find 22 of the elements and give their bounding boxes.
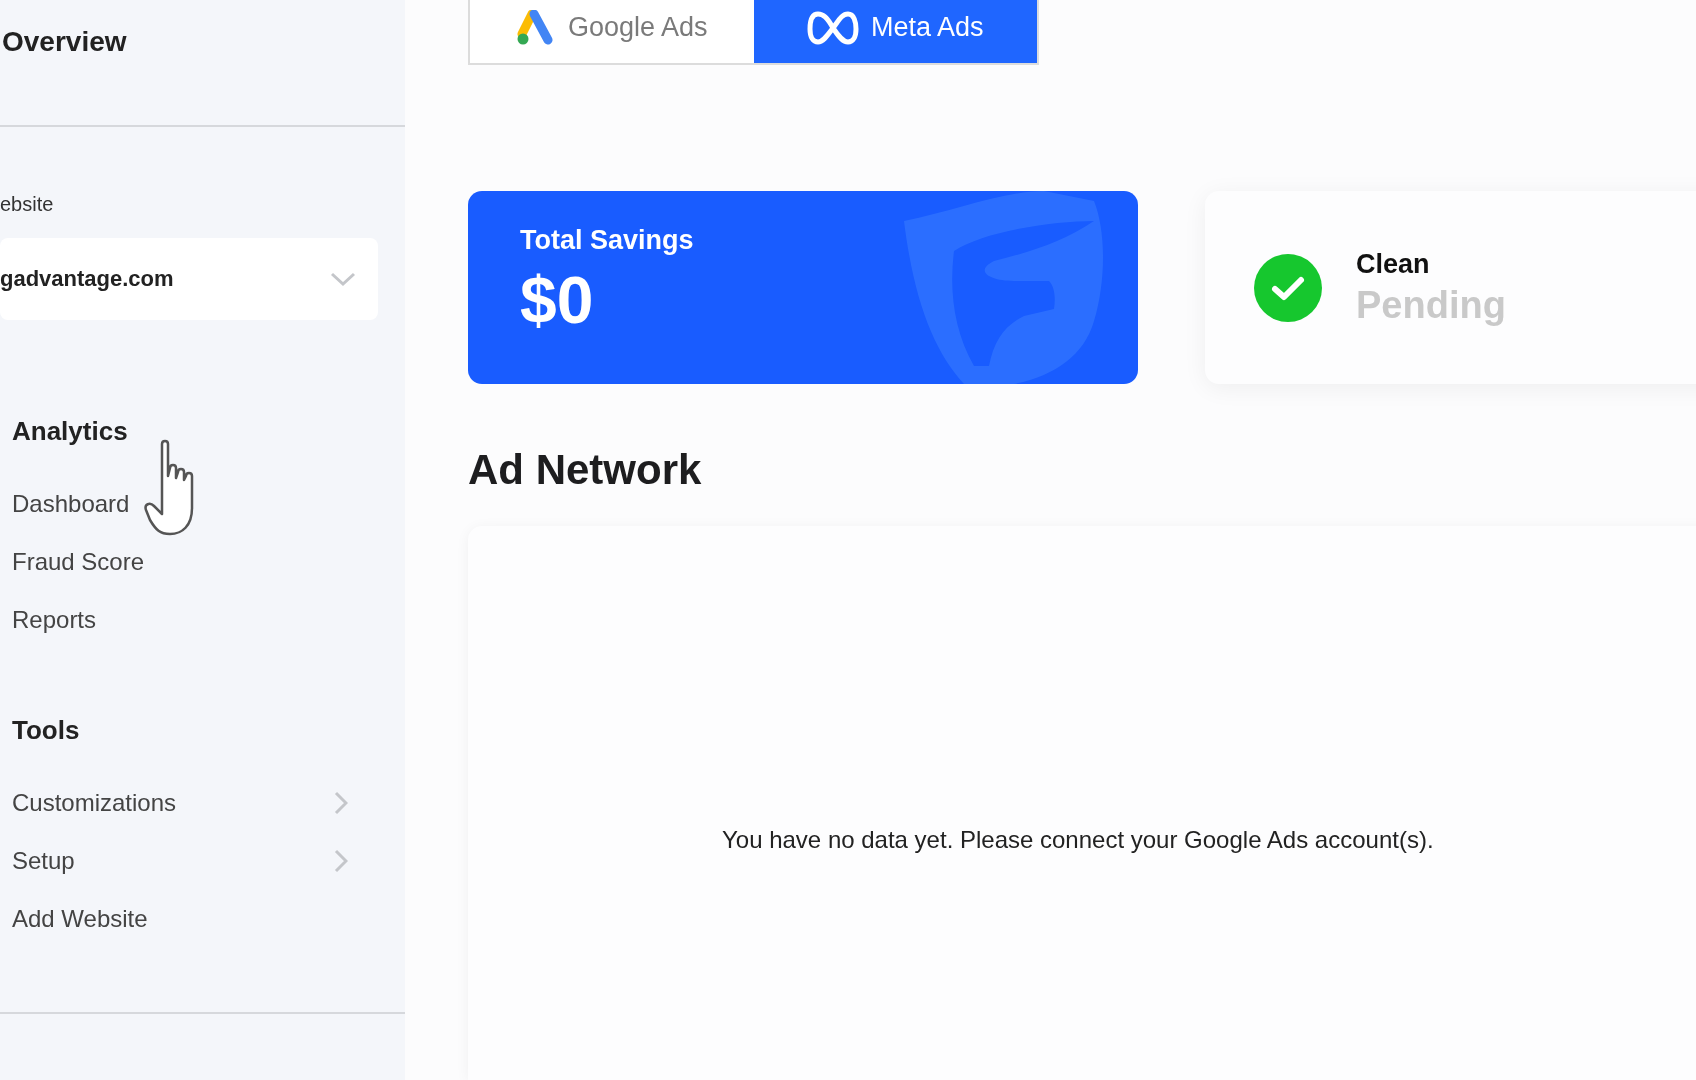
- nav-item[interactable]: Customizations: [12, 774, 348, 832]
- status-title: Clean: [1356, 248, 1430, 280]
- page-title: Overview: [1, 25, 128, 59]
- section-heading: Analytics: [12, 416, 128, 447]
- savings-amount: $0: [520, 262, 594, 338]
- network-tab[interactable]: Meta Ads: [753, 0, 1037, 63]
- chevron-right-icon: [334, 849, 348, 873]
- nav-item[interactable]: Fraud Score: [12, 533, 348, 591]
- nav-item[interactable]: Reports: [12, 591, 348, 649]
- section-heading: Ad Network: [468, 446, 703, 494]
- card-title: Total Savings: [520, 225, 694, 256]
- check-circle-icon: [1254, 253, 1322, 322]
- chevron-down-icon: [330, 271, 356, 287]
- nav-item[interactable]: Setup: [12, 832, 348, 890]
- website-dropdown[interactable]: gadvantage.com: [0, 238, 378, 320]
- chevron-right-icon: [334, 791, 348, 815]
- nav-item[interactable]: Dashboard: [12, 475, 348, 533]
- infinity-icon: [806, 10, 859, 45]
- section-heading: Tools: [12, 715, 80, 746]
- field-label: ebsite: [0, 193, 54, 216]
- empty-message: You have no data yet. Please connect your Google Ads account(s).: [722, 826, 1434, 854]
- nav-item[interactable]: Add Website: [12, 890, 348, 948]
